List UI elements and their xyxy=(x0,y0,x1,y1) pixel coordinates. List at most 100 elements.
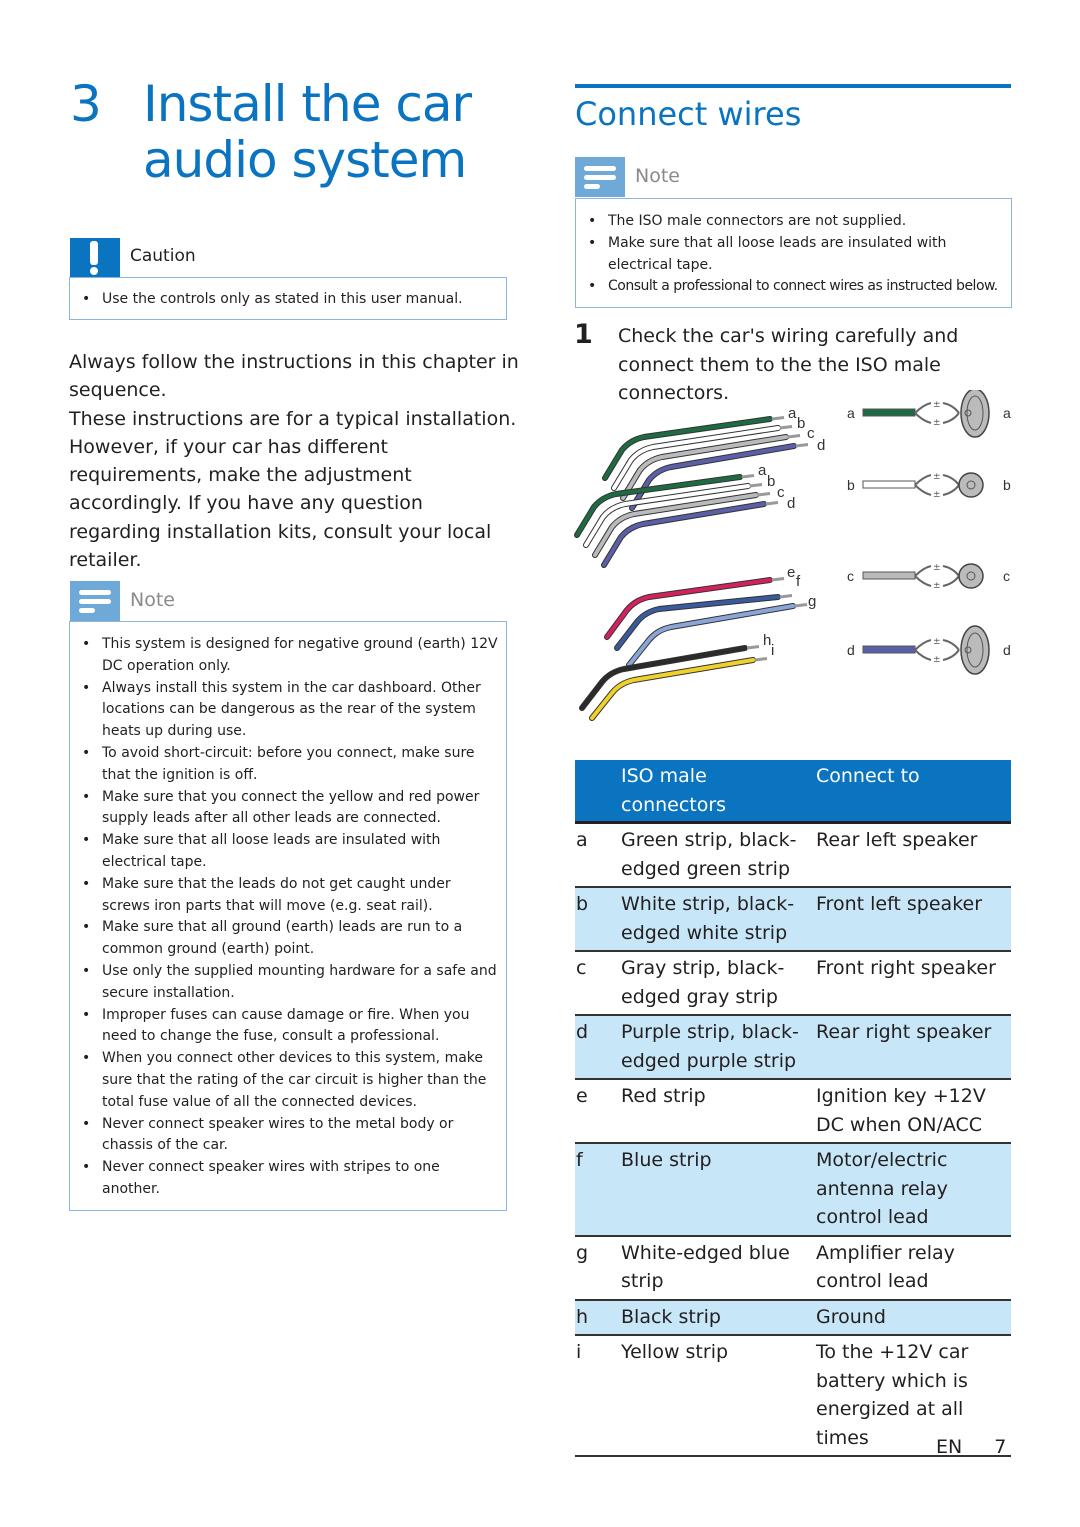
speaker-label-right: a xyxy=(1003,405,1011,421)
table-row: f Blue strip Motor/electric antenna rela… xyxy=(575,1143,1011,1237)
wire-label: c xyxy=(807,425,815,442)
speaker-label-left: b xyxy=(847,477,855,493)
speaker-connection-c: c ± ± c xyxy=(847,563,1010,591)
wire-labels: abcdabcdefghi xyxy=(758,405,825,659)
caution-item: Use the controls only as stated in this … xyxy=(70,289,506,311)
row-target: Ground xyxy=(816,1299,1011,1336)
wire-label: d xyxy=(787,495,795,512)
note-right-title: Note xyxy=(635,165,680,187)
table-row: d Purple strip, black-edged purple strip… xyxy=(575,1015,1011,1080)
intro-text: Always follow the instructions in this c… xyxy=(69,348,519,574)
iso-connector-table: ISO male connectors Connect to a Green s… xyxy=(575,760,1011,1457)
wire-label: f xyxy=(796,573,801,590)
note-right-item: The ISO male connectors are not supplied… xyxy=(576,211,1011,233)
row-connector: Yellow strip xyxy=(621,1335,816,1457)
wire-label: a xyxy=(788,405,797,422)
wire-label: b xyxy=(797,415,805,432)
note-lines-icon xyxy=(575,157,625,197)
svg-text:±: ± xyxy=(933,581,941,591)
caution-list: Use the controls only as stated in this … xyxy=(70,289,506,311)
note-left-item: To avoid short-circuit: before you conne… xyxy=(70,743,498,787)
note-left-title: Note xyxy=(130,589,175,611)
row-target: Ignition key +12V DC when ON/ACC xyxy=(816,1079,1011,1144)
footer-language: EN xyxy=(936,1436,963,1458)
wire-mid-gray-tip xyxy=(757,492,771,497)
wire-top-purple-tip xyxy=(795,443,809,448)
wire-label: i xyxy=(771,642,774,659)
note-right-header: Note xyxy=(575,157,1011,197)
wire-black-tip xyxy=(746,645,760,650)
speaker-label-left: c xyxy=(847,568,854,584)
note-left-item: Make sure that all ground (earth) leads … xyxy=(70,917,498,961)
svg-text:±: ± xyxy=(933,563,941,573)
wire-label: a xyxy=(758,462,767,479)
table-row: h Black strip Ground xyxy=(575,1299,1011,1336)
speaker-connection-d: d ± ± d xyxy=(847,625,1011,675)
wire-blue-tip xyxy=(779,594,793,599)
row-key: f xyxy=(575,1143,621,1237)
row-connector: Black strip xyxy=(621,1299,816,1336)
note-left-item: When you connect other devices to this s… xyxy=(70,1048,498,1113)
row-target: Rear right speaker xyxy=(816,1015,1011,1080)
note-left-item: Make sure that you connect the yellow an… xyxy=(70,787,498,831)
speaker-label-right: d xyxy=(1003,642,1011,658)
wire-red-tip xyxy=(771,577,785,582)
row-target: Amplifier relay control lead xyxy=(816,1235,1011,1301)
svg-text:±: ± xyxy=(933,418,941,428)
note-right-item: Consult a professional to connect wires … xyxy=(576,276,1011,298)
note-left-item: Always install this system in the car da… xyxy=(70,678,498,743)
speaker-connection-a: a ± ± a xyxy=(847,390,1011,438)
speaker-connection-b: b ± ± b xyxy=(847,472,1011,500)
wire-top-gray-tip xyxy=(787,434,801,439)
wire-yellow-tip xyxy=(754,657,768,662)
table-header-connector: ISO male connectors xyxy=(621,760,816,823)
note-right-item: Make sure that all loose leads are insul… xyxy=(576,233,1011,277)
wire-mid-green-tip xyxy=(741,474,755,479)
table-header-row: ISO male connectors Connect to xyxy=(575,760,1011,823)
row-key: d xyxy=(575,1015,621,1080)
note-left-item: Never connect speaker wires to the metal… xyxy=(70,1114,498,1158)
wire-top-green-tip xyxy=(771,416,785,421)
note-left-item: Make sure that all loose leads are insul… xyxy=(70,830,498,874)
row-key: h xyxy=(575,1299,621,1336)
exclamation-icon xyxy=(70,238,120,278)
step-number: 1 xyxy=(574,319,593,350)
page-number: 7 xyxy=(994,1436,1007,1458)
row-connector: Blue strip xyxy=(621,1143,816,1237)
wire-label: d xyxy=(817,437,825,454)
connector-strip xyxy=(862,408,916,417)
row-key: e xyxy=(575,1079,621,1144)
note-left-box: This system is designed for negative gro… xyxy=(69,621,507,1211)
svg-text:±: ± xyxy=(933,472,941,482)
wire-bundle xyxy=(574,416,809,721)
table-row: g White-edged blue strip Amplifier relay… xyxy=(575,1235,1011,1301)
row-target: Motor/electric antenna relay control lea… xyxy=(816,1143,1011,1237)
wiring-diagram: abcdabcdefghi a ±±ab ±±bc ±±cd ±±d xyxy=(574,390,1011,721)
note-left-item: This system is designed for negative gro… xyxy=(70,634,498,678)
wire-top-white-tip xyxy=(779,425,793,430)
row-connector: Green strip, black-edged green strip xyxy=(621,822,816,888)
svg-text:±: ± xyxy=(933,400,941,410)
row-connector: Gray strip, black-edged gray strip xyxy=(621,951,816,1016)
row-connector: White strip, black-edged white strip xyxy=(621,887,816,952)
table-header-key xyxy=(575,760,621,823)
chapter-number: 3 xyxy=(70,75,102,133)
speaker-label-right: b xyxy=(1003,477,1011,493)
speaker-connections: a ± ± a b ± ± b c ± ± c d ± ± d xyxy=(847,390,1011,675)
note-left-item: Never connect speaker wires with stripes… xyxy=(70,1157,498,1201)
row-connector: White-edged blue strip xyxy=(621,1235,816,1301)
svg-text:±: ± xyxy=(933,637,941,647)
caution-title: Caution xyxy=(130,246,196,266)
section-title: Connect wires xyxy=(575,95,802,133)
row-key: c xyxy=(575,951,621,1016)
note-left-header: Note xyxy=(70,581,506,621)
row-key: a xyxy=(575,822,621,888)
row-connector: Red strip xyxy=(621,1079,816,1144)
wire-label: c xyxy=(777,484,785,501)
speaker-label-left: a xyxy=(847,405,855,421)
wire-label: b xyxy=(767,473,775,490)
table-row: c Gray strip, black-edged gray strip Fro… xyxy=(575,951,1011,1016)
note-right-box: The ISO male connectors are not supplied… xyxy=(575,198,1012,308)
connector-strip xyxy=(862,480,916,489)
connector-strip xyxy=(862,645,916,654)
